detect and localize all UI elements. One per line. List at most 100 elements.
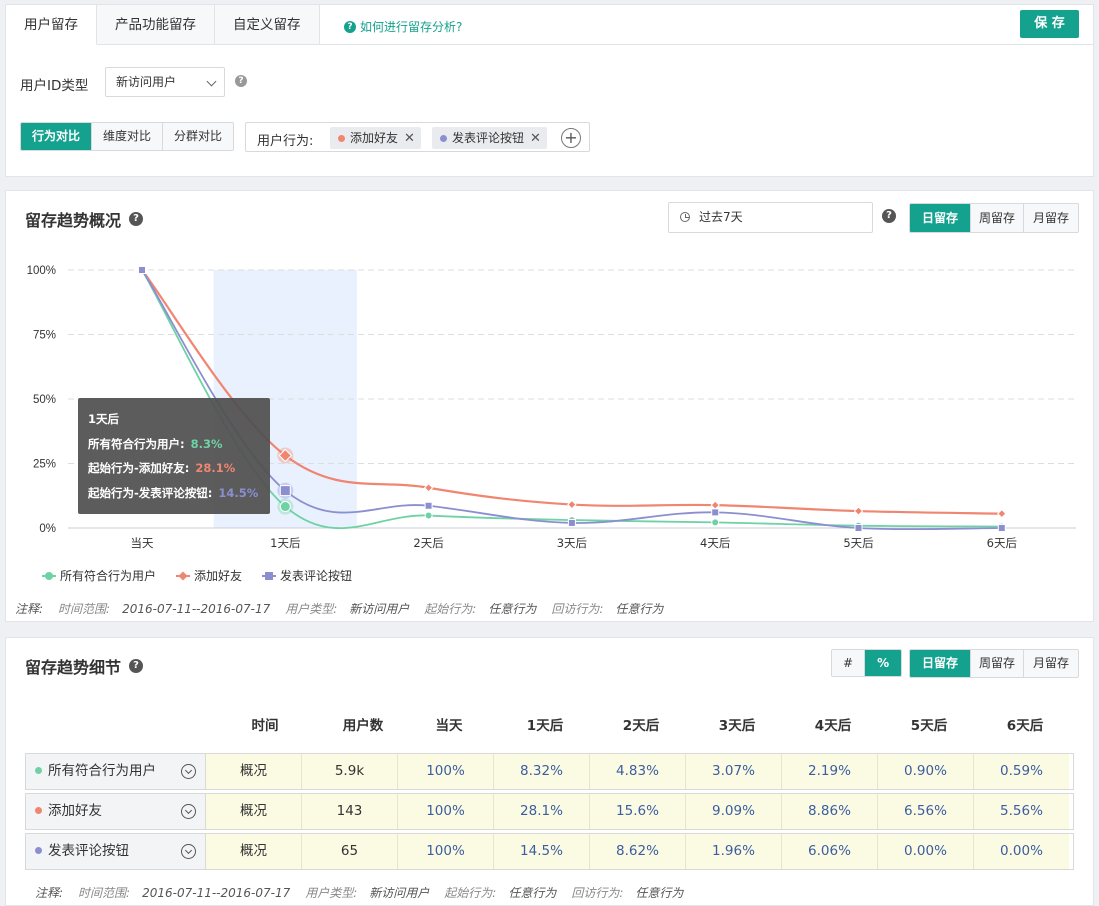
data-point [424,511,433,520]
behavior-chip[interactable]: 添加好友 ✕ [330,127,421,149]
users-cell: 143 [302,794,398,829]
tab-feature-retention[interactable]: 产品功能留存 [97,5,215,45]
value-cell: 0.00% [974,834,1069,869]
dot-icon [35,767,42,774]
diamond-marker-icon [176,570,191,581]
x-tick-label: 6天后 [987,536,1017,550]
data-point [424,501,433,510]
row-name-cell[interactable]: 发表评论按钮 [26,834,206,869]
value-cell: 5.56% [974,794,1069,829]
chip-label: 发表评论按钮 [452,131,525,145]
data-point [854,524,863,532]
dot-icon [35,847,42,854]
tooltip-row: 起始行为-添加好友: 28.1% [88,456,270,481]
compare-dimension-button[interactable]: 维度对比 [92,123,164,150]
chevron-down-icon[interactable] [181,764,196,779]
weekly-retention-button[interactable]: 周留存 [971,650,1025,677]
close-icon[interactable]: ✕ [404,131,415,146]
chip-label: 添加好友 [350,131,399,145]
close-icon[interactable]: ✕ [530,131,541,146]
row-name-cell[interactable]: 所有符合行为用户 [26,754,206,789]
tab-custom-retention[interactable]: 自定义留存 [215,5,320,45]
y-tick-label: 100% [27,265,56,277]
question-icon[interactable]: ? [235,75,247,87]
time-cell: 概况 [206,834,302,869]
save-button[interactable]: 保 存 [1020,10,1079,38]
question-icon[interactable]: ? [129,659,144,673]
header-day4: 4天后 [814,718,852,734]
compare-behavior-button[interactable]: 行为对比 [21,123,93,150]
note-label: 回访行为: [551,602,604,616]
note-value: 新访问用户 [349,602,410,616]
chart-tooltip: 1天后 所有符合行为用户: 8.3% 起始行为-添加好友: 28.1% 起始行为-发… [78,398,270,514]
table-note: 注释: 时间范围: 2016-07-11--2016-07-17 用户类型: 新访问用户… [35,884,698,901]
behavior-label: 用户行为: [257,134,314,149]
y-tick-label: 50% [33,394,56,406]
legend-label: 添加好友 [194,569,243,583]
table-row: 添加好友 概况 143 100% 28.1% 15.6% 9.09% 8.86%… [25,793,1074,830]
data-point [711,518,720,527]
note-value: 任意行为 [488,602,537,616]
table-header: 时间 用户数 当天 1天后 2天后 3天后 4天后 5天后 6天后 [205,714,1073,734]
value-cell: 6.06% [782,834,878,869]
compare-mode-toggle: 行为对比 维度对比 分群对比 [20,122,235,151]
dot-icon [338,135,345,142]
legend-label: 发表评论按钮 [280,569,353,583]
percent-format-button[interactable]: % [865,650,902,676]
value-cell: 3.07% [686,754,782,789]
legend-item[interactable]: 发表评论按钮 [262,567,352,584]
help-link[interactable]: ? 如何进行留存分析? [344,18,462,35]
header-day2: 2天后 [622,718,660,734]
header-day5: 5天后 [910,718,948,734]
count-format-button[interactable]: # [832,650,866,676]
value-cell: 0.90% [878,754,974,789]
note-label: 用户类型: [285,602,338,616]
x-tick-label: 3天后 [557,536,587,550]
data-point [423,483,434,493]
row-name-cell[interactable]: 添加好友 [26,794,206,829]
value-cell: 8.86% [782,794,878,829]
tooltip-row: 起始行为-发表评论按钮: 14.5% [88,481,270,506]
x-tick-label: 5天后 [843,536,873,550]
data-point [567,499,577,510]
tooltip-label: 起始行为-添加好友: [88,461,190,475]
data-point [279,501,291,513]
note-value: 2016-07-11--2016-07-17 [142,886,291,900]
tooltip-label: 起始行为-发表评论按钮: [88,485,213,500]
legend-label: 所有符合行为用户 [60,569,157,583]
value-cell: 14.5% [494,834,590,869]
note-value: 2016-07-11--2016-07-17 [122,602,271,616]
chevron-down-icon[interactable] [181,844,196,859]
data-point [997,524,1006,532]
user-id-label: 用户ID类型 [20,78,89,94]
tooltip-value: 28.1% [195,461,236,475]
behavior-chip[interactable]: 发表评论按钮 ✕ [432,127,547,149]
note-prefix: 注释: [15,602,44,616]
note-label: 用户类型: [305,886,358,900]
value-cell: 8.62% [590,834,686,869]
legend-item[interactable]: 添加好友 [176,567,242,584]
user-id-select[interactable]: 新访问用户 [105,67,225,97]
daily-retention-button[interactable]: 日留存 [910,650,972,677]
note-value: 任意行为 [508,886,557,900]
tab-user-retention[interactable]: 用户留存 [6,5,97,45]
tooltip-title: 1天后 [88,412,120,426]
value-cell: 4.83% [590,754,686,789]
y-tick-label: 0% [39,523,56,535]
header-day3: 3天后 [718,718,756,734]
header-day6: 6天后 [1006,718,1044,734]
user-id-value: 新访问用户 [116,75,177,89]
value-cell: 100% [398,834,494,869]
value-cell: 28.1% [494,794,590,829]
value-cell: 15.6% [590,794,686,829]
monthly-retention-button[interactable]: 月留存 [1024,650,1079,677]
compare-segment-button[interactable]: 分群对比 [163,123,234,150]
chevron-down-icon[interactable] [181,804,196,819]
table-row: 发表评论按钮 概况 65 100% 14.5% 8.62% 1.96% 6.06… [25,833,1074,870]
detail-title-text: 留存趋势细节 [25,658,122,677]
chart-note: 注释: 时间范围: 2016-07-11--2016-07-17 用户类型: 新访问用户… [15,600,678,617]
data-point [138,266,146,274]
legend-item[interactable]: 所有符合行为用户 [42,567,156,584]
overview-panel: 留存趋势概况 ? 过去7天 ? 日留存 周留存 月留存 100% 75% 50% 25… [5,190,1094,622]
add-behavior-icon[interactable]: + [561,128,581,148]
